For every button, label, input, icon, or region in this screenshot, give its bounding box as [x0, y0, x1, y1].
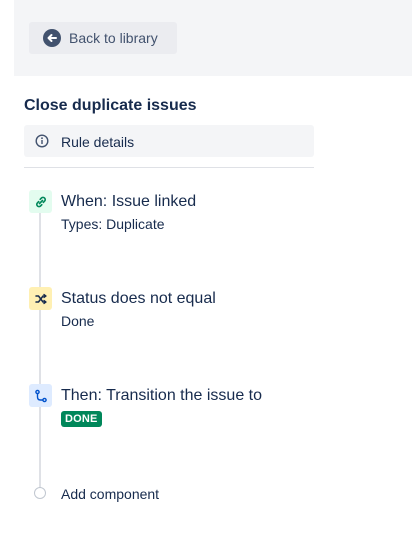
back-button-label: Back to library [69, 30, 158, 46]
action-title[interactable]: Then: Transition the issue to [61, 387, 262, 405]
condition-title[interactable]: Status does not equal [61, 290, 216, 308]
arrow-left-icon [43, 29, 61, 47]
shuffle-icon[interactable] [29, 287, 52, 310]
info-icon [35, 134, 49, 153]
add-component-button[interactable]: Add component [61, 486, 159, 502]
rule-details-button[interactable]: Rule details [24, 125, 314, 157]
branch-icon[interactable] [29, 384, 52, 407]
link-icon[interactable] [29, 190, 52, 213]
trigger-subtitle: Types: Duplicate [61, 216, 165, 232]
rule-title: Close duplicate issues [24, 97, 197, 114]
divider [24, 167, 314, 168]
trigger-title[interactable]: When: Issue linked [61, 193, 196, 211]
condition-subtitle: Done [61, 313, 95, 329]
timeline-line [39, 210, 41, 488]
status-lozenge: DONE [61, 411, 102, 427]
back-to-library-button[interactable]: Back to library [29, 22, 177, 54]
add-component-dot[interactable] [34, 487, 46, 499]
rule-details-label: Rule details [61, 134, 135, 150]
